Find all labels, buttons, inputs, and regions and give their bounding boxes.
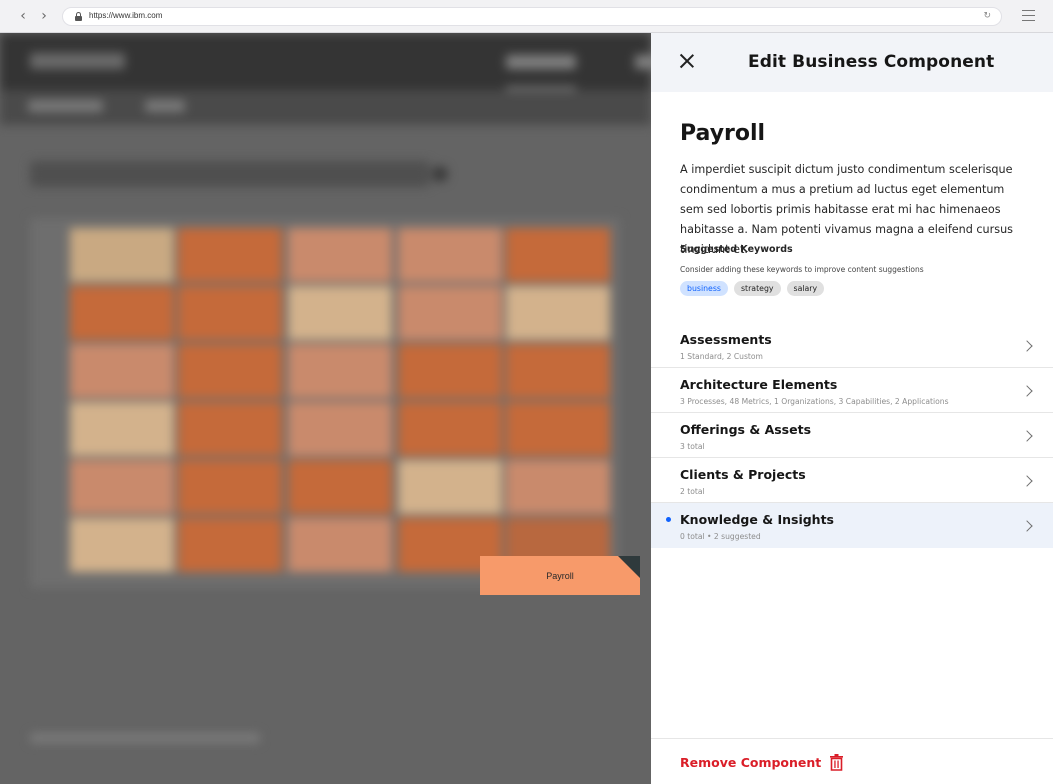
remove-component-button[interactable]: Remove Component <box>680 754 844 771</box>
lock-icon <box>75 12 82 21</box>
component-name: Payroll <box>680 121 766 146</box>
section-list: Assessments 1 Standard, 2 Custom Archite… <box>651 323 1053 548</box>
chevron-right-icon <box>1021 520 1033 532</box>
payroll-component-card[interactable]: Payroll <box>480 556 640 595</box>
forward-icon[interactable]: › <box>37 9 51 23</box>
chevron-right-icon <box>1021 385 1033 397</box>
section-subtitle: 2 total <box>680 487 705 496</box>
keyword-tags: business strategy salary <box>680 281 825 296</box>
section-row-knowledge-insights[interactable]: Knowledge & Insights 0 total • 2 suggest… <box>651 503 1053 548</box>
section-row-clients-projects[interactable]: Clients & Projects 2 total <box>651 458 1053 503</box>
hamburger-menu-icon[interactable] <box>1022 10 1035 21</box>
section-title: Clients & Projects <box>680 467 806 482</box>
url-text: https://www.ibm.com <box>89 11 163 20</box>
close-icon[interactable] <box>680 54 694 68</box>
section-subtitle: 0 total • 2 suggested <box>680 532 761 541</box>
keyword-tag-strategy[interactable]: strategy <box>733 281 781 296</box>
chevron-right-icon <box>1021 475 1033 487</box>
section-title: Knowledge & Insights <box>680 512 834 527</box>
background-app-overlay <box>0 33 651 784</box>
section-subtitle: 1 Standard, 2 Custom <box>680 352 763 361</box>
address-bar[interactable]: https://www.ibm.com ↻ <box>62 7 1002 26</box>
section-subtitle: 3 total <box>680 442 705 451</box>
keyword-tag-business[interactable]: business <box>680 281 728 296</box>
panel-footer: Remove Component <box>651 738 1053 784</box>
remove-component-label: Remove Component <box>680 755 822 770</box>
chevron-right-icon <box>1021 340 1033 352</box>
back-icon[interactable]: ‹ <box>16 9 30 23</box>
section-row-assessments[interactable]: Assessments 1 Standard, 2 Custom <box>651 323 1053 368</box>
suggestion-dot-icon <box>666 517 671 522</box>
section-title: Offerings & Assets <box>680 422 812 437</box>
payroll-card-label: Payroll <box>546 570 574 581</box>
section-title: Architecture Elements <box>680 377 838 392</box>
keywords-subtext: Consider adding these keywords to improv… <box>680 265 924 274</box>
section-subtitle: 3 Processes, 48 Metrics, 1 Organizations… <box>680 397 949 406</box>
section-row-architecture-elements[interactable]: Architecture Elements 3 Processes, 48 Me… <box>651 368 1053 413</box>
panel-title: Edit Business Component <box>748 52 995 72</box>
browser-toolbar: ‹ › https://www.ibm.com ↻ <box>0 0 1053 33</box>
keyword-tag-salary[interactable]: salary <box>786 281 825 296</box>
keywords-heading: Suggested Keywords <box>680 244 793 255</box>
section-row-offerings-assets[interactable]: Offerings & Assets 3 total <box>651 413 1053 458</box>
reload-icon[interactable]: ↻ <box>983 11 991 21</box>
section-title: Assessments <box>680 332 772 347</box>
card-corner-marker <box>618 556 640 578</box>
trash-icon <box>830 754 844 771</box>
chevron-right-icon <box>1021 430 1033 442</box>
edit-component-panel: Edit Business Component Payroll A imperd… <box>651 33 1053 784</box>
panel-header: Edit Business Component <box>651 33 1053 92</box>
